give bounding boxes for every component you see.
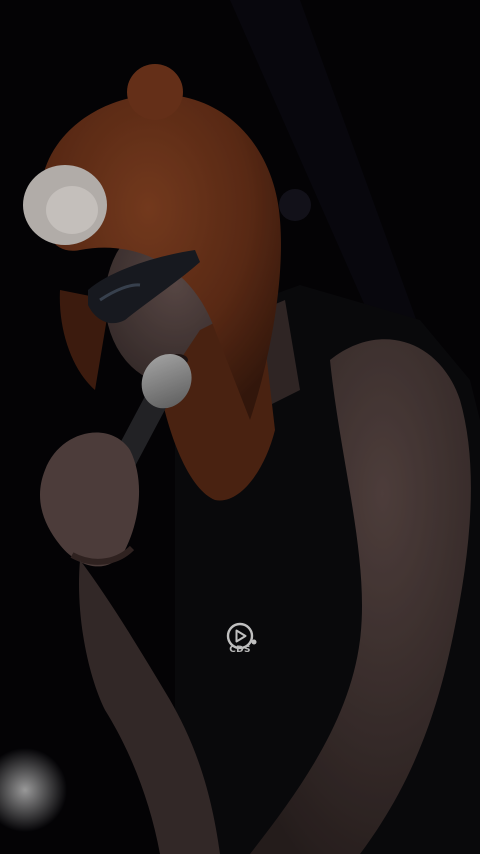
video-screen[interactable]: CDS xyxy=(0,0,480,854)
watermark: CDS xyxy=(221,621,259,659)
watermark-text: CDS xyxy=(229,645,251,655)
video-frame xyxy=(0,0,480,854)
